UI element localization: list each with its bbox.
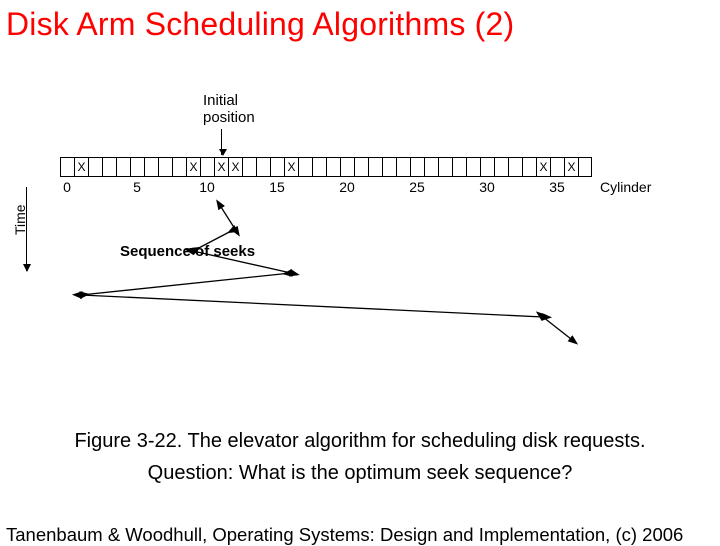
cylinder-cell	[550, 157, 564, 177]
cylinder-cell	[200, 157, 214, 177]
cylinder-cell	[326, 157, 340, 177]
cylinder-cell	[256, 157, 270, 177]
cylinder-cell	[116, 157, 130, 177]
time-axis-label: Time	[12, 204, 28, 235]
elevator-diagram: Initialposition XXXXXXX 05101520253035 C…	[60, 93, 660, 363]
cylinder-cell	[522, 157, 536, 177]
cylinder-cell	[102, 157, 116, 177]
seek-arrows-icon	[60, 177, 660, 367]
cylinder-cell: X	[284, 157, 298, 177]
cylinder-cell	[410, 157, 424, 177]
cylinder-cell	[60, 157, 74, 177]
cylinder-cell: X	[214, 157, 228, 177]
cylinder-cell: X	[564, 157, 578, 177]
cylinder-cell	[298, 157, 312, 177]
cylinder-cell: X	[186, 157, 200, 177]
cylinder-cell	[438, 157, 452, 177]
initial-position-label: Initialposition	[203, 93, 255, 126]
cylinder-cell	[466, 157, 480, 177]
cylinder-cell	[508, 157, 522, 177]
cylinder-cell	[494, 157, 508, 177]
cylinder-bar: XXXXXXX	[60, 157, 592, 177]
cylinder-cell	[172, 157, 186, 177]
cylinder-cell	[480, 157, 494, 177]
cylinder-cell	[452, 157, 466, 177]
cylinder-cell	[270, 157, 284, 177]
cylinder-cell	[340, 157, 354, 177]
cylinder-cell	[382, 157, 396, 177]
cylinder-cell: X	[536, 157, 550, 177]
cylinder-cell	[88, 157, 102, 177]
cylinder-cell	[578, 157, 592, 177]
cylinder-cell	[424, 157, 438, 177]
cylinder-cell	[312, 157, 326, 177]
page-title: Disk Arm Scheduling Algorithms (2)	[0, 0, 720, 43]
cylinder-cell: X	[228, 157, 242, 177]
cylinder-cell	[130, 157, 144, 177]
initial-position-pointer-icon	[221, 129, 222, 155]
cylinder-cell	[368, 157, 382, 177]
cylinder-cell	[354, 157, 368, 177]
cylinder-cell	[144, 157, 158, 177]
cylinder-cell	[396, 157, 410, 177]
cylinder-cell	[242, 157, 256, 177]
copyright-credit: Tanenbaum & Woodhull, Operating Systems:…	[6, 524, 683, 546]
cylinder-cell	[158, 157, 172, 177]
cylinder-cell: X	[74, 157, 88, 177]
figure-caption: Figure 3-22. The elevator algorithm for …	[0, 430, 720, 453]
figure-question: Question: What is the optimum seek seque…	[0, 462, 720, 485]
